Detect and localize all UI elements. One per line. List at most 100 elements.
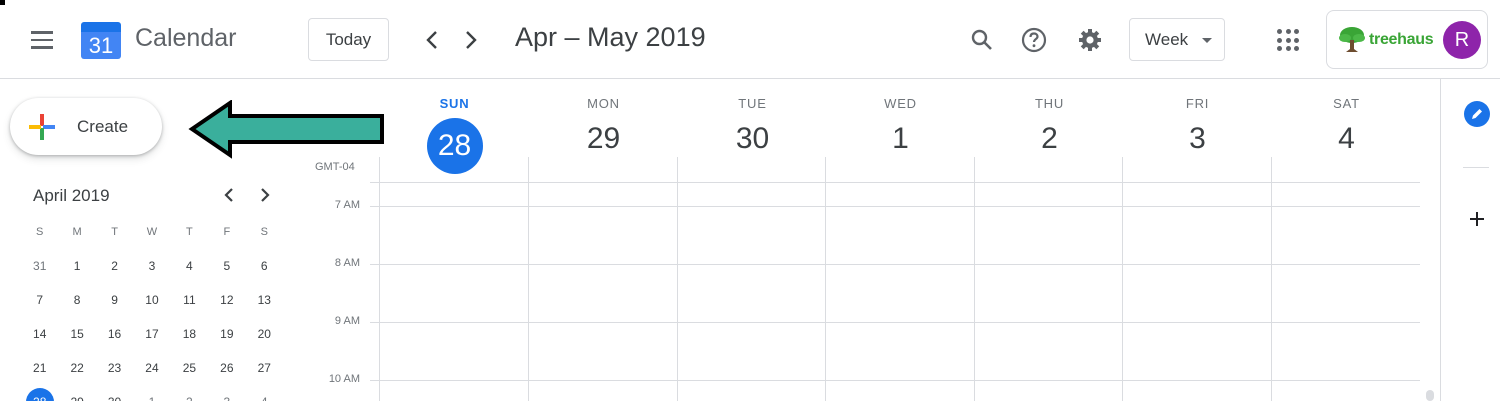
mini-calendar-day[interactable]: 30 xyxy=(96,385,133,401)
mini-calendar-day[interactable]: 18 xyxy=(171,317,208,351)
day-number[interactable]: 3 xyxy=(1123,122,1272,156)
day-column-divider xyxy=(677,157,678,401)
scrollbar-thumb[interactable] xyxy=(1426,390,1434,401)
chevron-right-icon xyxy=(261,188,270,202)
search-button[interactable] xyxy=(962,20,1002,60)
mini-calendar-day[interactable]: 26 xyxy=(208,351,245,385)
mini-calendar-day[interactable]: 25 xyxy=(171,351,208,385)
mini-calendar-day[interactable]: 4 xyxy=(246,385,283,401)
day-number[interactable]: 28 xyxy=(426,118,483,174)
day-header-thu[interactable]: THU 2 xyxy=(975,96,1124,156)
create-button-label: Create xyxy=(77,117,129,136)
mini-calendar-day[interactable]: 10 xyxy=(133,283,170,317)
mini-calendar-day[interactable]: 16 xyxy=(96,317,133,351)
day-column-divider xyxy=(825,157,826,401)
mini-calendar-day[interactable]: 8 xyxy=(58,283,95,317)
mini-calendar-day[interactable]: 19 xyxy=(208,317,245,351)
calendar-logo-day: 31 xyxy=(81,32,121,59)
day-header-mon[interactable]: MON 29 xyxy=(529,96,678,156)
view-switcher[interactable]: Week xyxy=(1129,18,1225,61)
day-header-sun[interactable]: SUN 28 xyxy=(380,96,529,174)
mini-calendar-week: 28 29 30 1 2 3 4 xyxy=(21,385,283,401)
weekday-label: M xyxy=(72,226,82,238)
create-button[interactable]: Create xyxy=(10,98,162,155)
settings-icon xyxy=(1079,29,1101,51)
mini-calendar-day[interactable]: 14 xyxy=(21,317,58,351)
caret-down-icon xyxy=(1202,38,1212,43)
mini-calendar-weekdays: S M T W T F S xyxy=(21,215,283,249)
day-column-divider xyxy=(528,157,529,401)
weekday-label: S xyxy=(36,226,44,238)
account-switcher[interactable]: treehaus R xyxy=(1326,10,1488,69)
settings-button[interactable] xyxy=(1070,20,1110,60)
hour-label: 9 AM xyxy=(334,315,360,327)
app-title[interactable]: Calendar xyxy=(135,24,236,53)
mini-calendar-day[interactable]: 15 xyxy=(58,317,95,351)
timezone-label: GMT-04 xyxy=(315,161,355,173)
weekday-label: W xyxy=(146,226,158,238)
weekday-label: S xyxy=(260,226,268,238)
mini-calendar-day[interactable]: 24 xyxy=(133,351,170,385)
mini-calendar-day[interactable]: 6 xyxy=(246,249,283,283)
chevron-left-icon xyxy=(224,188,233,202)
weekday-label: T xyxy=(186,226,193,238)
mini-calendar-day[interactable]: 17 xyxy=(133,317,170,351)
mini-calendar-day[interactable]: 31 xyxy=(21,249,58,283)
day-number[interactable]: 29 xyxy=(529,122,678,156)
annotation-arrow xyxy=(188,100,384,159)
tasks-icon xyxy=(1472,109,1482,119)
today-button[interactable]: Today xyxy=(308,18,389,61)
mini-calendar-day[interactable]: 23 xyxy=(96,351,133,385)
chevron-right-icon xyxy=(466,31,477,49)
day-column-divider xyxy=(379,157,380,401)
mini-calendar-prev-button[interactable] xyxy=(217,183,241,207)
day-name: THU xyxy=(1034,96,1065,111)
mini-calendar-day[interactable]: 3 xyxy=(208,385,245,401)
mini-calendar-day-today[interactable]: 28 xyxy=(21,385,58,401)
apps-icon xyxy=(1277,29,1282,34)
plus-icon xyxy=(1470,212,1484,226)
mini-calendar-day[interactable]: 11 xyxy=(171,283,208,317)
help-button[interactable] xyxy=(1014,20,1054,60)
day-header-fri[interactable]: FRI 3 xyxy=(1123,96,1272,156)
mini-calendar-day[interactable]: 7 xyxy=(21,283,58,317)
chevron-left-icon xyxy=(426,31,437,49)
mini-calendar-day[interactable]: 4 xyxy=(171,249,208,283)
mini-calendar-day[interactable]: 27 xyxy=(246,351,283,385)
previous-period-button[interactable] xyxy=(414,22,450,58)
mini-calendar-next-button[interactable] xyxy=(253,183,277,207)
mini-calendar-week: 31 1 2 3 4 5 6 xyxy=(21,249,283,283)
organization-name: treehaus xyxy=(1369,31,1434,48)
mini-calendar-day[interactable]: 2 xyxy=(171,385,208,401)
mini-calendar-day[interactable]: 12 xyxy=(208,283,245,317)
mini-calendar-day[interactable]: 1 xyxy=(58,249,95,283)
day-number[interactable]: 4 xyxy=(1272,122,1421,156)
tasks-button[interactable] xyxy=(1464,101,1490,127)
mini-calendar-day[interactable]: 22 xyxy=(58,351,95,385)
avatar[interactable]: R xyxy=(1443,21,1481,59)
mini-calendar-day[interactable]: 21 xyxy=(21,351,58,385)
mini-calendar-day[interactable]: 20 xyxy=(246,317,283,351)
mini-calendar-day[interactable]: 2 xyxy=(96,249,133,283)
mini-calendar-day[interactable]: 29 xyxy=(58,385,95,401)
mini-calendar-day[interactable]: 3 xyxy=(133,249,170,283)
add-addon-button[interactable] xyxy=(1465,207,1489,231)
google-apps-button[interactable] xyxy=(1268,20,1308,60)
day-header-tue[interactable]: TUE 30 xyxy=(678,96,827,156)
mini-calendar-day[interactable]: 9 xyxy=(96,283,133,317)
mini-calendar-day[interactable]: 5 xyxy=(208,249,245,283)
main-menu-button[interactable] xyxy=(22,20,62,60)
day-header-wed[interactable]: WED 1 xyxy=(826,96,975,156)
day-number[interactable]: 30 xyxy=(678,122,827,156)
calendar-logo[interactable]: 31 xyxy=(81,20,121,60)
day-number[interactable]: 1 xyxy=(826,122,975,156)
day-name: WED xyxy=(884,96,917,111)
day-header-sat[interactable]: SAT 4 xyxy=(1272,96,1421,156)
side-panel-divider xyxy=(1463,167,1489,168)
next-period-button[interactable] xyxy=(453,22,489,58)
mini-calendar-day[interactable]: 1 xyxy=(133,385,170,401)
mini-calendar-day[interactable]: 13 xyxy=(246,283,283,317)
day-number[interactable]: 2 xyxy=(975,122,1124,156)
view-switcher-label: Week xyxy=(1145,29,1189,49)
mini-calendar: S M T W T F S 31 1 2 3 4 5 6 7 8 9 10 11… xyxy=(21,215,283,401)
